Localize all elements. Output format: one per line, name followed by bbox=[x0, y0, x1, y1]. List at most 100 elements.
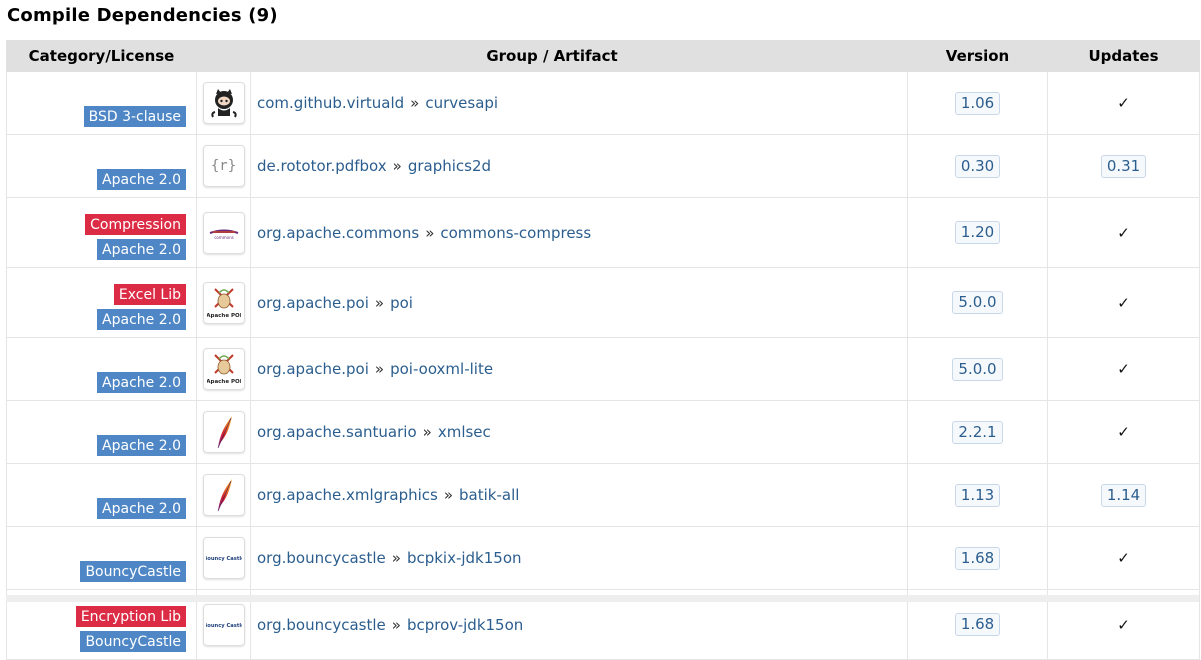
license-badge[interactable]: Apache 2.0 bbox=[97, 169, 186, 190]
table-header-row: Category/License Group / Artifact Versio… bbox=[6, 40, 1201, 72]
header-updates: Updates bbox=[1047, 40, 1201, 72]
artifact-link[interactable]: poi bbox=[390, 294, 413, 312]
version-link[interactable]: 2.2.1 bbox=[952, 420, 1003, 444]
apache-feather-icon[interactable] bbox=[202, 474, 245, 516]
table-row: BouncyCastle Bouncy Castle org.bouncycastl… bbox=[6, 526, 1201, 590]
group-link[interactable]: de.rototor.pdfbox bbox=[257, 157, 387, 175]
artifact-cell: org.apache.commons » commons-compress bbox=[249, 197, 909, 268]
version-link[interactable]: 1.06 bbox=[954, 91, 1001, 115]
category-badge[interactable]: Compression bbox=[85, 214, 186, 235]
license-badge[interactable]: Apache 2.0 bbox=[97, 372, 186, 393]
up-to-date-check-icon: ✓ bbox=[1117, 360, 1130, 378]
updates-cell: 1.14 bbox=[1047, 463, 1201, 527]
license-badge[interactable]: BSD 3-clause bbox=[83, 106, 186, 127]
github-octocat-icon[interactable] bbox=[202, 82, 245, 124]
svg-text:Apache POI: Apache POI bbox=[207, 379, 241, 385]
update-version-link[interactable]: 0.31 bbox=[1100, 154, 1147, 178]
artifact-link[interactable]: poi-ooxml-lite bbox=[390, 360, 493, 378]
logo-cell: Apache POI bbox=[196, 337, 251, 401]
table-footer-strip bbox=[6, 595, 1199, 602]
license-badge[interactable]: Apache 2.0 bbox=[97, 239, 186, 260]
table-row: Apache 2.0 Apache POI org.apache.poi » poi-o… bbox=[6, 337, 1201, 401]
artifact-link[interactable]: commons-compress bbox=[440, 224, 591, 242]
artifact-cell: com.github.virtuald » curvesapi bbox=[249, 71, 909, 135]
header-category: Category/License bbox=[6, 40, 197, 72]
apache-poi-icon[interactable]: Apache POI bbox=[202, 348, 245, 390]
artifact-link[interactable]: bcpkix-jdk15on bbox=[407, 549, 522, 567]
version-cell: 1.20 bbox=[907, 197, 1049, 268]
version-link[interactable]: 1.68 bbox=[954, 613, 1001, 636]
version-cell: 1.68 bbox=[907, 526, 1049, 590]
group-link[interactable]: org.apache.poi bbox=[257, 294, 369, 312]
logo-cell: Bouncy Castle bbox=[196, 526, 251, 590]
svg-text:Bouncy Castle: Bouncy Castle bbox=[206, 623, 242, 629]
artifact-link[interactable]: graphics2d bbox=[408, 157, 491, 175]
rototor-icon[interactable]: {r} bbox=[202, 145, 245, 187]
logo-cell: Apache POI bbox=[196, 267, 251, 338]
group-link[interactable]: org.bouncycastle bbox=[257, 616, 386, 634]
separator: » bbox=[374, 360, 385, 378]
version-cell: 5.0.0 bbox=[907, 267, 1049, 338]
separator: » bbox=[391, 615, 401, 634]
license-badge[interactable]: Apache 2.0 bbox=[97, 498, 186, 519]
version-link[interactable]: 5.0.0 bbox=[952, 357, 1003, 381]
license-badge[interactable]: BouncyCastle bbox=[80, 631, 186, 652]
header-version: Version bbox=[907, 40, 1049, 72]
up-to-date-check-icon: ✓ bbox=[1117, 549, 1130, 567]
section-title: Compile Dependencies (9) bbox=[7, 5, 278, 26]
separator: » bbox=[443, 486, 454, 504]
up-to-date-check-icon: ✓ bbox=[1117, 223, 1130, 242]
version-link[interactable]: 0.30 bbox=[954, 154, 1001, 178]
license-badge[interactable]: Apache 2.0 bbox=[97, 435, 186, 456]
artifact-link[interactable]: batik-all bbox=[459, 486, 519, 504]
table-row: Compression Apache 2.0 commons org.apache.c… bbox=[6, 197, 1201, 268]
artifact-cell: org.bouncycastle » bcpkix-jdk15on bbox=[249, 526, 909, 590]
category-cell: BouncyCastle bbox=[6, 526, 197, 590]
header-artifact: Group / Artifact bbox=[195, 40, 909, 72]
artifact-cell: org.apache.xmlgraphics » batik-all bbox=[249, 463, 909, 527]
apache-poi-icon[interactable]: Apache POI bbox=[202, 281, 245, 324]
up-to-date-check-icon: ✓ bbox=[1117, 94, 1130, 112]
group-link[interactable]: com.github.virtuald bbox=[257, 94, 404, 112]
artifact-cell: org.apache.santuario » xmlsec bbox=[249, 400, 909, 464]
logo-cell: commons bbox=[196, 197, 251, 268]
version-link[interactable]: 1.20 bbox=[954, 221, 1001, 244]
license-badge[interactable]: BouncyCastle bbox=[80, 561, 186, 582]
version-link[interactable]: 1.13 bbox=[954, 483, 1001, 507]
artifact-link[interactable]: curvesapi bbox=[425, 94, 498, 112]
license-badge[interactable]: Apache 2.0 bbox=[97, 309, 186, 330]
version-cell: 0.30 bbox=[907, 134, 1049, 198]
apache-commons-icon[interactable]: commons bbox=[202, 211, 245, 254]
version-cell: 2.2.1 bbox=[907, 400, 1049, 464]
category-cell: Apache 2.0 bbox=[6, 463, 197, 527]
category-cell: Apache 2.0 bbox=[6, 134, 197, 198]
update-version-link[interactable]: 1.14 bbox=[1100, 483, 1147, 507]
group-link[interactable]: org.apache.poi bbox=[257, 360, 369, 378]
version-link[interactable]: 1.68 bbox=[954, 546, 1001, 570]
artifact-link[interactable]: bcprov-jdk15on bbox=[407, 616, 523, 634]
updates-cell: 0.31 bbox=[1047, 134, 1201, 198]
updates-cell: ✓ bbox=[1047, 197, 1201, 268]
group-link[interactable]: org.bouncycastle bbox=[257, 549, 386, 567]
separator: » bbox=[392, 157, 402, 175]
dependencies-table: Category/License Group / Artifact Versio… bbox=[6, 40, 1201, 660]
table-row: Apache 2.0 org.apache.xmlgraphics » batik-a… bbox=[6, 463, 1201, 527]
category-badge[interactable]: Excel Lib bbox=[113, 284, 186, 305]
group-link[interactable]: org.apache.commons bbox=[257, 224, 419, 242]
artifact-cell: org.apache.poi » poi-ooxml-lite bbox=[249, 337, 909, 401]
logo-cell: {r} bbox=[196, 134, 251, 198]
artifact-link[interactable]: xmlsec bbox=[438, 423, 491, 441]
version-cell: 5.0.0 bbox=[907, 337, 1049, 401]
category-badge[interactable]: Encryption Lib bbox=[75, 606, 186, 627]
version-link[interactable]: 5.0.0 bbox=[952, 291, 1003, 314]
group-link[interactable]: org.apache.santuario bbox=[257, 423, 417, 441]
updates-cell: ✓ bbox=[1047, 71, 1201, 135]
apache-feather-icon[interactable] bbox=[202, 411, 245, 453]
category-cell: Apache 2.0 bbox=[6, 337, 197, 401]
updates-cell: ✓ bbox=[1047, 267, 1201, 338]
bouncy-castle-icon[interactable]: Bouncy Castle bbox=[202, 537, 245, 579]
group-link[interactable]: org.apache.xmlgraphics bbox=[257, 486, 438, 504]
svg-text:Apache POI: Apache POI bbox=[207, 313, 241, 319]
up-to-date-check-icon: ✓ bbox=[1117, 293, 1130, 312]
bouncy-castle-icon[interactable]: Bouncy Castle bbox=[202, 603, 245, 646]
